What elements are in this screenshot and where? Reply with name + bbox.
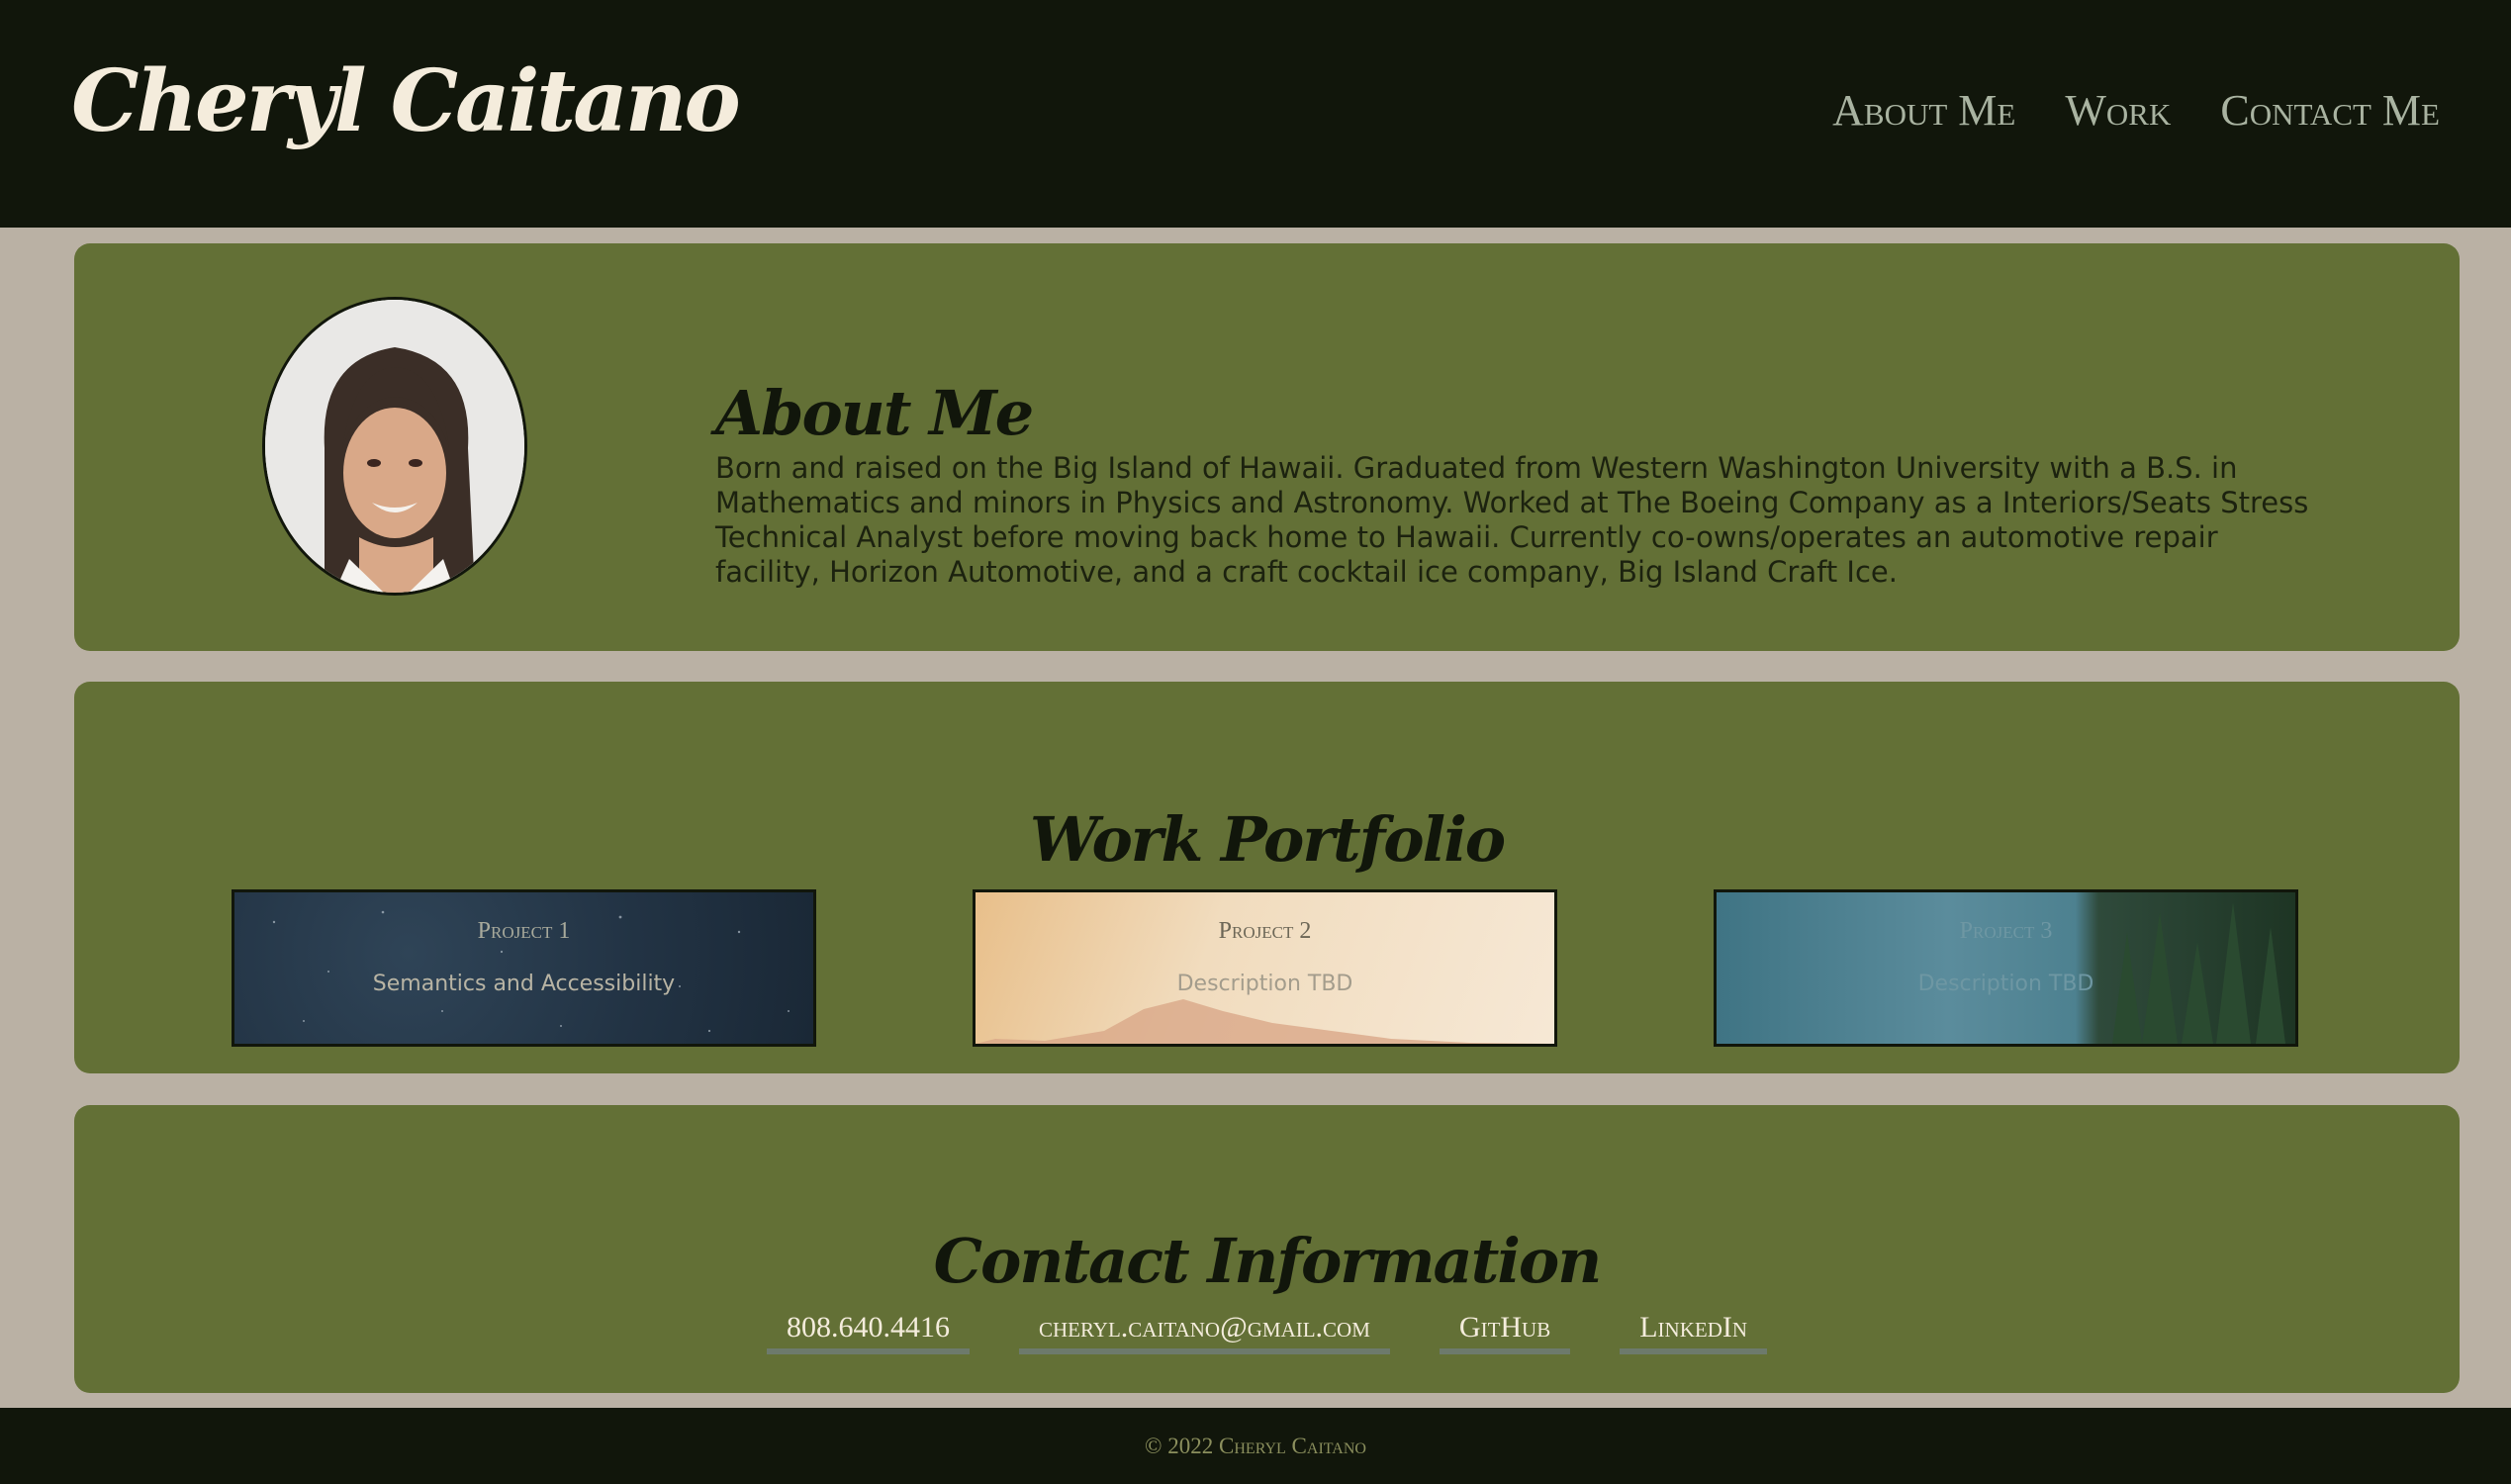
- work-title: Work Portfolio: [1029, 803, 1506, 877]
- profile-photo: [262, 297, 527, 596]
- project-1-title: Project 1: [477, 918, 571, 944]
- copyright-text: © 2022 Cheryl Caitano: [1145, 1434, 1366, 1458]
- forest-image: [2112, 902, 2285, 1044]
- project-2-title: Project 2: [1218, 918, 1312, 944]
- nav-about-me[interactable]: About Me: [1832, 85, 2015, 136]
- work-section: Work Portfolio Project 1 Semantics and A…: [74, 682, 2460, 1073]
- project-card-3[interactable]: Project 3 Description TBD: [1714, 889, 2298, 1047]
- site-logo[interactable]: Cheryl Caitano: [71, 51, 741, 151]
- about-description: Born and raised on the Big Island of Haw…: [715, 451, 2309, 589]
- project-card-1[interactable]: Project 1 Semantics and Accessibility: [232, 889, 816, 1047]
- nav-contact-me[interactable]: Contact Me: [2220, 85, 2440, 136]
- phone-link[interactable]: 808.640.4416: [766, 1311, 970, 1354]
- project-2-description: Description TBD: [1176, 972, 1353, 996]
- mountain-image: [976, 999, 1554, 1044]
- email-link[interactable]: cheryl.caitano@gmail.com: [1018, 1311, 1390, 1354]
- project-card-2[interactable]: Project 2 Description TBD: [973, 889, 1557, 1047]
- contact-links: 808.640.4416 cheryl.caitano@gmail.com Gi…: [74, 1311, 2460, 1354]
- linkedin-link[interactable]: LinkedIn: [1620, 1311, 1768, 1354]
- contact-section: Contact Information 808.640.4416 cheryl.…: [74, 1105, 2460, 1393]
- about-title: About Me: [715, 377, 1034, 450]
- portrait-image: [265, 300, 524, 593]
- github-link[interactable]: GitHub: [1439, 1311, 1571, 1354]
- site-footer: © 2022 Cheryl Caitano: [0, 1408, 2511, 1484]
- project-3-title: Project 3: [1959, 918, 2053, 944]
- main-nav: About Me Work Contact Me: [1832, 85, 2440, 136]
- contact-title: Contact Information: [933, 1225, 1603, 1298]
- about-section: About Me Born and raised on the Big Isla…: [74, 243, 2460, 651]
- project-3-description: Description TBD: [1917, 972, 2094, 996]
- starfield-image: [272, 910, 790, 1033]
- site-header: Cheryl Caitano About Me Work Contact Me: [0, 0, 2511, 228]
- project-1-description: Semantics and Accessibility: [372, 972, 676, 996]
- nav-work[interactable]: Work: [2065, 85, 2171, 136]
